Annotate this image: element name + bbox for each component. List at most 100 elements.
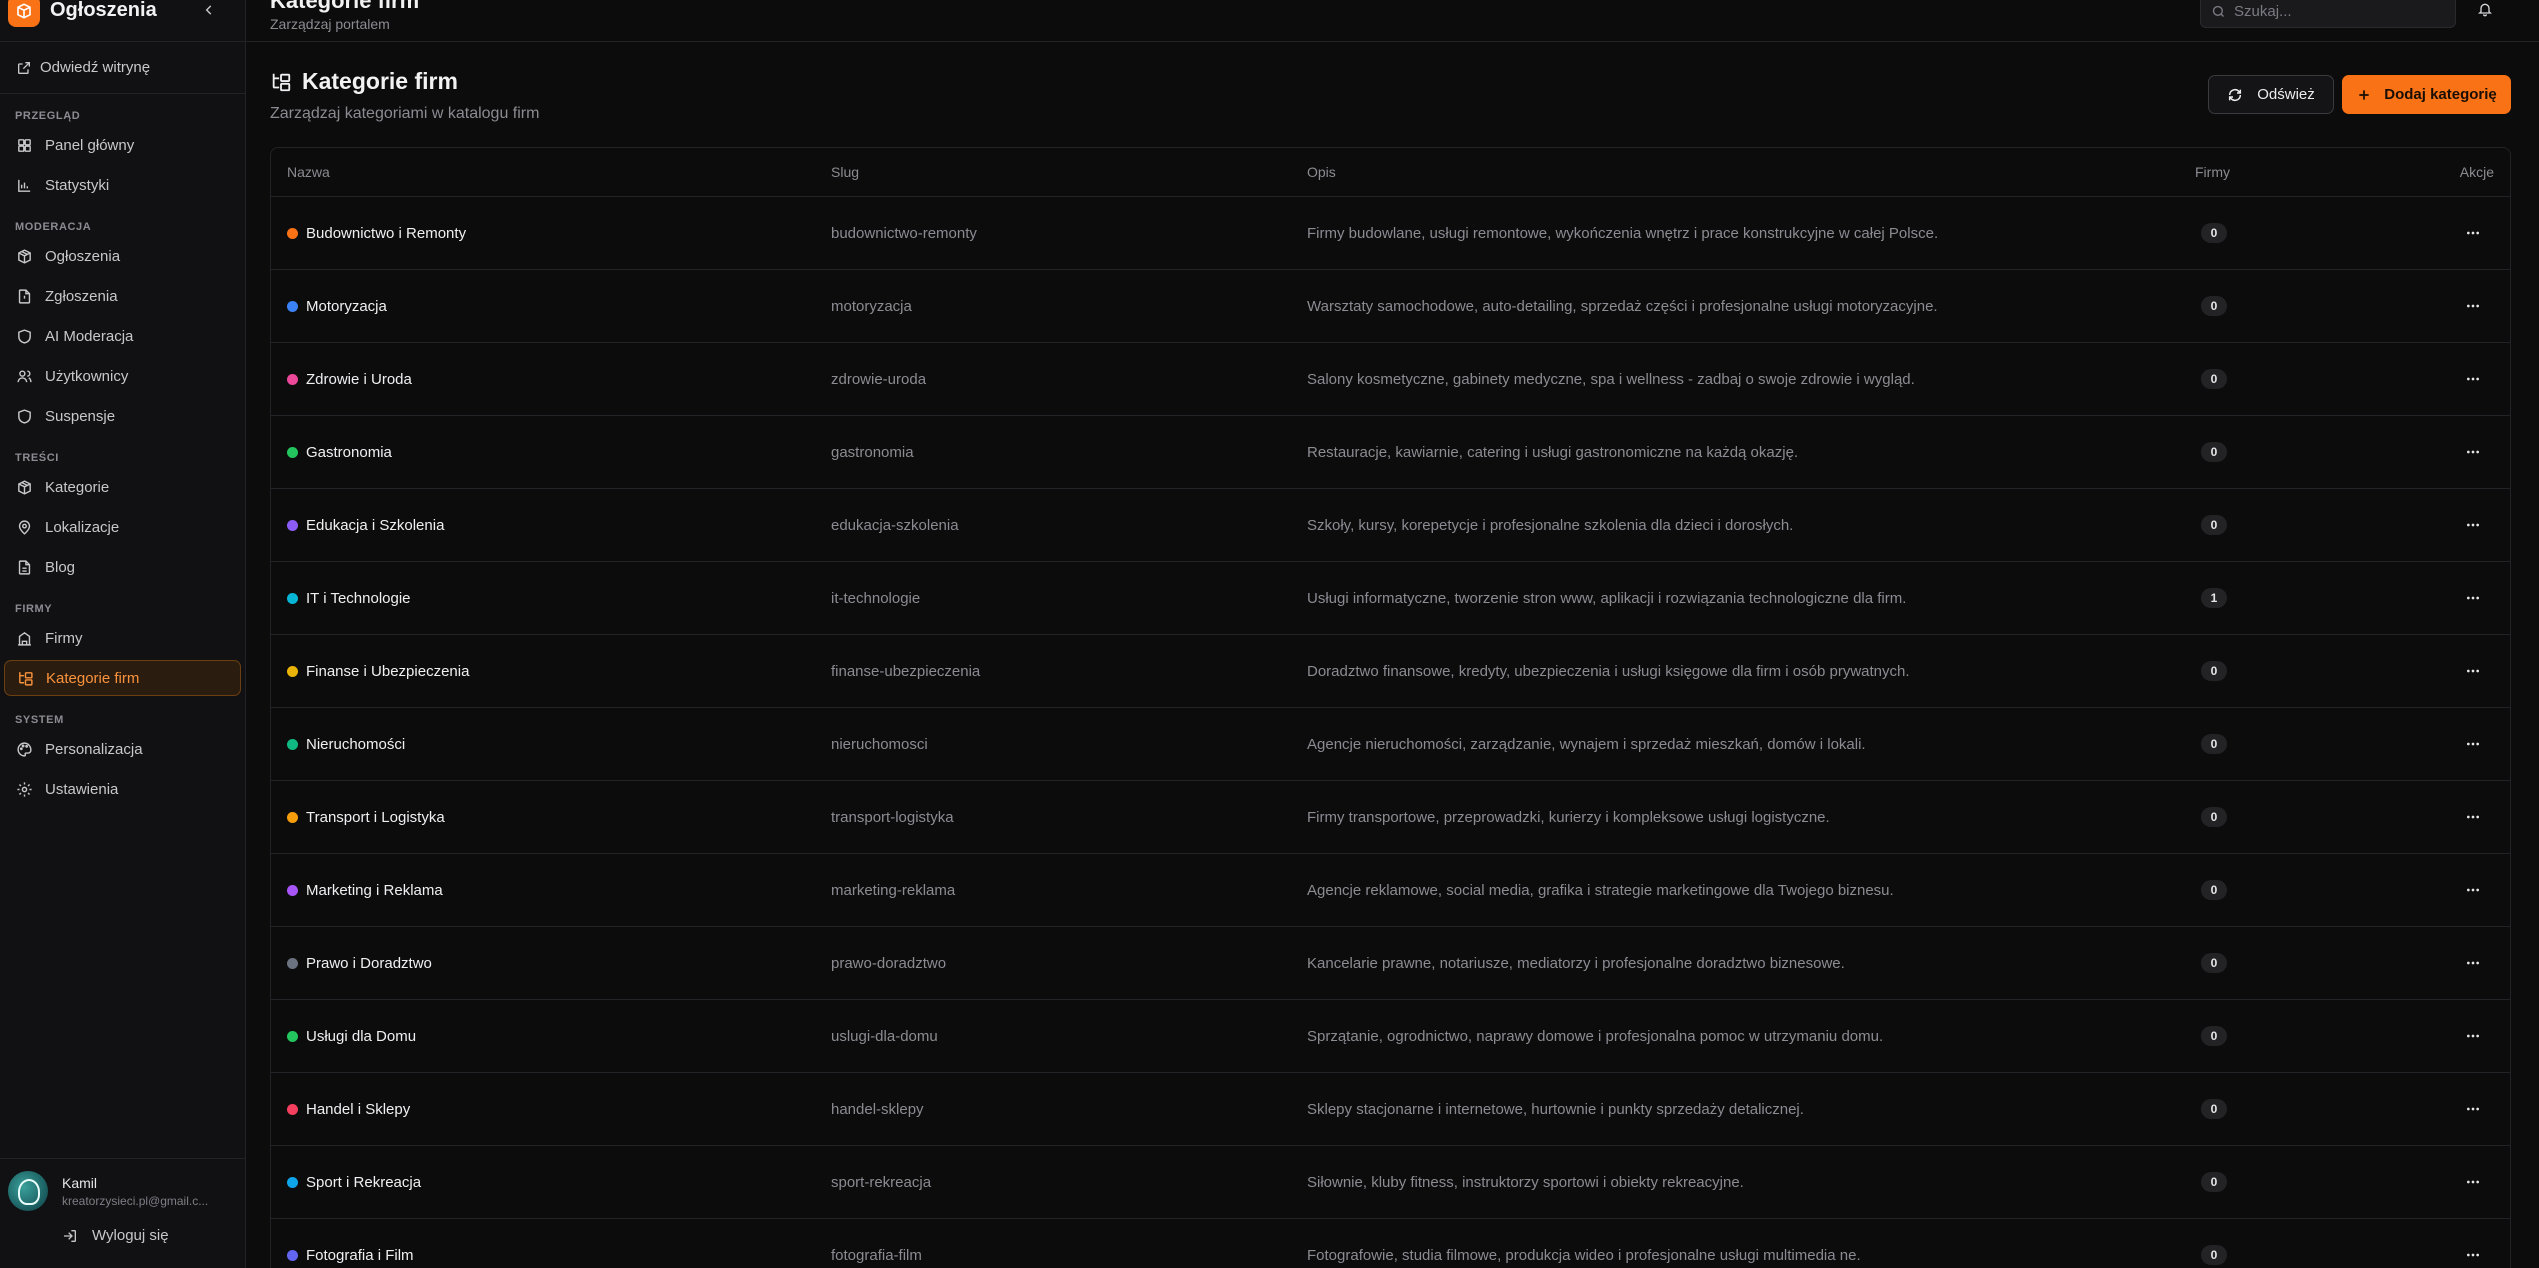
category-name-cell: Handel i Sklepy [271, 1101, 831, 1118]
actions-cell [2345, 1244, 2510, 1266]
search-icon [2212, 5, 2224, 17]
category-name: Marketing i Reklama [306, 881, 443, 899]
sidebar-item-reports[interactable]: Zgłoszenia [4, 278, 241, 314]
category-name: Fotografia i Film [306, 1246, 414, 1264]
brand-logo-icon[interactable] [8, 0, 40, 27]
category-name: Transport i Logistyka [306, 808, 445, 826]
more-actions-icon[interactable] [2462, 1171, 2484, 1193]
firms-count-cell: 0 [2195, 369, 2345, 389]
more-actions-icon[interactable] [2462, 441, 2484, 463]
collapse-sidebar-icon[interactable] [199, 0, 219, 20]
shield-icon [18, 328, 31, 344]
more-actions-icon[interactable] [2462, 1098, 2484, 1120]
search-input[interactable] [2234, 2, 2434, 20]
category-name: Usługi dla Domu [306, 1027, 417, 1045]
header-slug[interactable]: Slug [831, 164, 1307, 180]
more-actions-icon[interactable] [2462, 733, 2484, 755]
sidebar-item-blog[interactable]: Blog [4, 549, 241, 585]
sidebar-item-firmcats[interactable]: Kategorie firm [4, 660, 241, 696]
sidebar-item-ai[interactable]: AI Moderacja [4, 318, 241, 354]
table-row[interactable]: Sport i Rekreacja sport-rekreacja Siłown… [271, 1146, 2510, 1219]
refresh-button[interactable]: Odśwież [2208, 75, 2334, 114]
sidebar-item-loc[interactable]: Lokalizacje [4, 509, 241, 545]
category-description: Usługi informatyczne, tworzenie stron ww… [1307, 589, 1907, 607]
category-color-dot [287, 957, 298, 969]
folder-tree-icon [272, 73, 291, 91]
more-actions-icon[interactable] [2462, 806, 2484, 828]
layout-grid-icon [18, 138, 31, 152]
header-firms[interactable]: Firmy [2195, 164, 2345, 180]
table-row[interactable]: Nieruchomości nieruchomosci Agencje nier… [271, 708, 2510, 781]
category-name-cell: Sport i Rekreacja [271, 1174, 831, 1191]
actions-cell [2345, 441, 2510, 463]
search-box[interactable] [2200, 0, 2456, 28]
firms-count-badge: 0 [2201, 807, 2227, 827]
sidebar-item-stats[interactable]: Statystyki [4, 167, 241, 203]
category-color-dot [287, 884, 298, 896]
more-actions-icon[interactable] [2462, 368, 2484, 390]
sidebar-item-firms[interactable]: Firmy [4, 620, 241, 656]
sidebar-item-cats[interactable]: Kategorie [4, 469, 241, 505]
logout-button[interactable]: Wyloguj się [62, 1227, 245, 1244]
firms-count-cell: 0 [2195, 296, 2345, 316]
table-row[interactable]: Transport i Logistyka transport-logistyk… [271, 781, 2510, 854]
category-name-cell: Budownictwo i Remonty [271, 225, 831, 242]
more-actions-icon[interactable] [2462, 660, 2484, 682]
firms-count-badge: 1 [2201, 588, 2227, 608]
category-description: Agencje reklamowe, social media, grafika… [1307, 881, 1894, 899]
sidebar-item-label: Zgłoszenia [45, 287, 118, 305]
category-description: Fotografowie, studia filmowe, produkcja … [1307, 1246, 1861, 1264]
category-color-dot [287, 1249, 298, 1261]
bell-icon[interactable] [2477, 1, 2493, 22]
table-row[interactable]: Marketing i Reklama marketing-reklama Ag… [271, 854, 2510, 927]
sidebar-item-custom[interactable]: Personalizacja [4, 731, 241, 767]
sidebar-item-settings[interactable]: Ustawienia [4, 771, 241, 807]
more-actions-icon[interactable] [2462, 952, 2484, 974]
header-name[interactable]: Nazwa [271, 164, 831, 180]
table-row[interactable]: Edukacja i Szkolenia edukacja-szkolenia … [271, 489, 2510, 562]
firms-count-badge: 0 [2201, 1099, 2227, 1119]
sidebar-item-ads[interactable]: Ogłoszenia [4, 238, 241, 274]
table-row[interactable]: Zdrowie i Uroda zdrowie-uroda Salony kos… [271, 343, 2510, 416]
table-row[interactable]: Usługi dla Domu uslugi-dla-domu Sprzątan… [271, 1000, 2510, 1073]
table-row[interactable]: Motoryzacja motoryzacja Warsztaty samoch… [271, 270, 2510, 343]
user-profile[interactable]: Kamil kreatorzysieci.pl@gmail.c... [0, 1159, 245, 1223]
firms-count-badge: 0 [2201, 296, 2227, 316]
section-label: SYSTEM [15, 714, 64, 726]
visit-site-link[interactable]: Odwiedź witrynę [0, 42, 245, 94]
more-actions-icon[interactable] [2462, 1025, 2484, 1047]
more-actions-icon[interactable] [2462, 879, 2484, 901]
firms-count-badge: 0 [2201, 223, 2227, 243]
sidebar-item-panel[interactable]: Panel główny [4, 127, 241, 163]
table-row[interactable]: Budownictwo i Remonty budownictwo-remont… [271, 197, 2510, 270]
category-color-dot [287, 300, 298, 312]
more-actions-icon[interactable] [2462, 222, 2484, 244]
category-description: Sprzątanie, ogrodnictwo, naprawy domowe … [1307, 1027, 1884, 1045]
more-actions-icon[interactable] [2462, 587, 2484, 609]
users-icon [17, 369, 32, 382]
category-slug: gastronomia [831, 443, 914, 461]
header-desc[interactable]: Opis [1307, 164, 2195, 180]
actions-cell [2345, 368, 2510, 390]
more-actions-icon[interactable] [2462, 295, 2484, 317]
table-row[interactable]: Handel i Sklepy handel-sklepy Sklepy sta… [271, 1073, 2510, 1146]
table-row[interactable]: Fotografia i Film fotografia-film Fotogr… [271, 1219, 2510, 1268]
table-row[interactable]: Finanse i Ubezpieczenia finanse-ubezpiec… [271, 635, 2510, 708]
more-actions-icon[interactable] [2462, 514, 2484, 536]
topbar-title: Kategorie firm [270, 0, 420, 13]
table-row[interactable]: IT i Technologie it-technologie Usługi i… [271, 562, 2510, 635]
category-slug: uslugi-dla-domu [831, 1027, 938, 1045]
category-name: Finanse i Ubezpieczenia [306, 662, 470, 680]
brand-title[interactable]: Ogłoszenia [50, 0, 157, 22]
category-slug: marketing-reklama [831, 881, 956, 899]
sidebar-item-susp[interactable]: Suspensje [4, 398, 241, 434]
firms-count-cell: 0 [2195, 807, 2345, 827]
add-category-button[interactable]: Dodaj kategorię [2342, 75, 2511, 114]
table-row[interactable]: Prawo i Doradztwo prawo-doradztwo Kancel… [271, 927, 2510, 1000]
firms-count-badge: 0 [2201, 515, 2227, 535]
external-link-icon [18, 61, 30, 74]
more-actions-icon[interactable] [2462, 1244, 2484, 1266]
table-row[interactable]: Gastronomia gastronomia Restauracje, kaw… [271, 416, 2510, 489]
sidebar-item-users[interactable]: Użytkownicy [4, 358, 241, 394]
brand-header: Ogłoszenia [0, 0, 245, 42]
